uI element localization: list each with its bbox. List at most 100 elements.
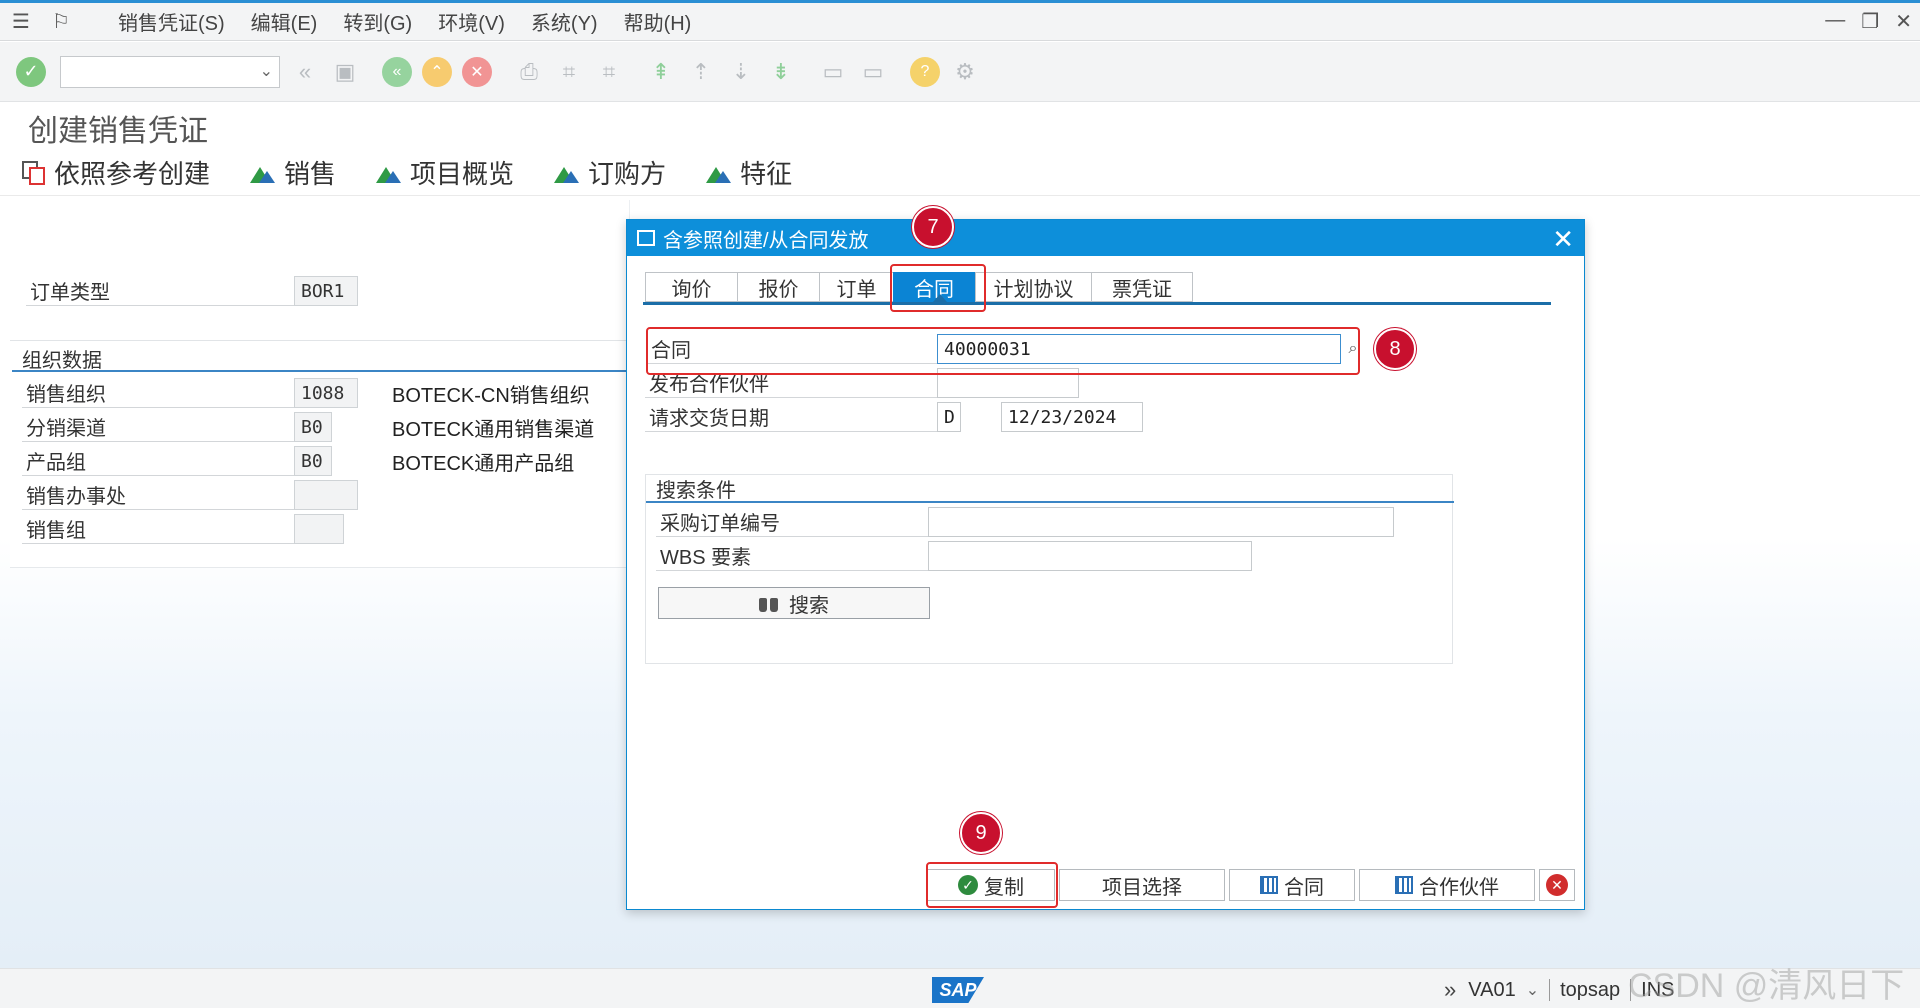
tab-quotation[interactable]: 报价 <box>737 272 819 302</box>
menu-edit[interactable]: 编辑(E) <box>251 7 318 36</box>
cancel-icon: ✕ <box>1546 874 1568 896</box>
delivery-date-label: 请求交货日期 <box>645 402 937 432</box>
annotation-box-8 <box>646 327 1360 375</box>
expand-status-icon[interactable]: » <box>1444 977 1456 1003</box>
pin-icon[interactable]: ⚐ <box>52 12 76 32</box>
cancel-button[interactable]: ✕ <box>1539 869 1575 901</box>
page-title: 创建销售凭证 <box>28 115 208 148</box>
tab-scheduling-agreement[interactable]: 计划协议 <box>975 272 1091 302</box>
shortcut-icon[interactable]: ▭ <box>858 57 888 87</box>
mountain-icon <box>554 161 582 185</box>
chevron-down-icon[interactable]: ⌄ <box>1526 980 1539 1000</box>
dialog-icon <box>637 230 655 246</box>
tab-inquiry[interactable]: 询价 <box>645 272 737 302</box>
sold-to-party-button[interactable]: 订购方 <box>554 154 666 191</box>
tab-order[interactable]: 订单 <box>819 272 893 302</box>
tab-billing-doc[interactable]: 票凭证 <box>1091 272 1193 302</box>
menu-goto[interactable]: 转到(G) <box>343 7 412 36</box>
sales-office-field[interactable] <box>294 480 358 510</box>
characteristics-button[interactable]: 特征 <box>706 154 792 191</box>
org-data-title: 组织数据 <box>12 344 630 372</box>
dist-channel-row: 分销渠道 B0 BOTECK通用销售渠道 <box>22 412 594 442</box>
delivery-date-input[interactable]: 12/23/2024 <box>1001 402 1143 432</box>
ok-icon[interactable]: ✓ <box>16 56 46 87</box>
new-session-icon[interactable]: ▭ <box>818 57 848 87</box>
tab-underline <box>643 302 1551 305</box>
order-type-row: 订单类型 BOR1 <box>26 276 358 306</box>
division-label: 产品组 <box>22 446 294 476</box>
sales-group-row: 销售组 <box>22 514 344 544</box>
window-controls: — ❐ ✕ <box>1825 9 1912 34</box>
sales-org-label: 销售组织 <box>22 378 294 408</box>
po-number-input[interactable] <box>928 507 1394 537</box>
contract-list-button[interactable]: 合同 <box>1229 869 1355 901</box>
sales-group-field[interactable] <box>294 514 344 544</box>
item-overview-button[interactable]: 项目概览 <box>376 154 514 191</box>
menu-sales-document[interactable]: 销售凭证(S) <box>118 7 225 36</box>
command-field[interactable]: ⌄ <box>60 55 280 88</box>
next-page-icon[interactable]: ⇣ <box>726 57 756 87</box>
delivery-date-row: 请求交货日期 D 12/23/2024 <box>645 402 1143 432</box>
nav-back-icon[interactable]: « <box>382 56 412 87</box>
find-icon[interactable]: ⌗ <box>554 57 584 87</box>
create-with-reference-button[interactable]: 依照参考创建 <box>22 154 210 191</box>
annotation-number-8: 8 <box>1374 328 1416 370</box>
restore-icon[interactable]: ❐ <box>1861 9 1879 34</box>
mountain-icon <box>376 161 404 185</box>
item-selection-button[interactable]: 项目选择 <box>1059 869 1225 901</box>
date-format-field[interactable]: D <box>937 402 961 432</box>
sales-org-row: 销售组织 1088 BOTECK-CN销售组织 <box>22 378 590 408</box>
order-type-field[interactable]: BOR1 <box>294 276 358 306</box>
wbs-row: WBS 要素 <box>656 541 1252 571</box>
sales-org-field[interactable]: 1088 <box>294 378 358 408</box>
search-criteria-title: 搜索条件 <box>646 475 1454 503</box>
sales-group-label: 销售组 <box>22 514 294 544</box>
division-row: 产品组 B0 BOTECK通用产品组 <box>22 446 574 476</box>
close-window-icon[interactable]: ✕ <box>1895 9 1912 34</box>
find-next-icon[interactable]: ⌗ <box>594 57 624 87</box>
division-field[interactable]: B0 <box>294 446 332 476</box>
create-with-reference-dialog: 含参照创建/从合同发放 ✕ 询价 报价 订单 合同 计划协议 票凭证 合同 40… <box>626 219 1585 910</box>
minimize-icon[interactable]: — <box>1825 9 1845 34</box>
menu-system[interactable]: 系统(Y) <box>531 7 598 36</box>
po-number-label: 采购订单编号 <box>656 507 928 537</box>
annotation-number-9: 9 <box>960 812 1002 854</box>
settings-icon[interactable]: ⚙ <box>950 57 980 87</box>
po-number-row: 采购订单编号 <box>656 507 1394 537</box>
menu-icon[interactable]: ☰ <box>12 12 36 32</box>
cancel-icon[interactable]: ✕ <box>462 56 492 87</box>
search-button[interactable]: 搜索 <box>658 587 930 619</box>
last-page-icon[interactable]: ⇟ <box>766 57 796 87</box>
menu-bar: ☰ ⚐ 销售凭证(S) 编辑(E) 转到(G) 环境(V) 系统(Y) 帮助(H… <box>0 3 1920 41</box>
division-desc: BOTECK通用产品组 <box>392 452 575 475</box>
save-icon[interactable]: ▣ <box>330 57 360 87</box>
server-name: topsap <box>1560 978 1621 1001</box>
search-criteria-group: 搜索条件 采购订单编号 WBS 要素 搜索 <box>645 474 1454 664</box>
chevron-down-icon[interactable]: ⌄ <box>260 61 273 81</box>
watermark: CSDN @清风日下 <box>1628 967 1905 1005</box>
help-icon[interactable]: ? <box>910 56 940 87</box>
wbs-input[interactable] <box>928 541 1252 571</box>
sales-org-desc: BOTECK-CN销售组织 <box>392 384 590 407</box>
exit-icon[interactable]: ⌃ <box>422 56 452 87</box>
first-page-icon[interactable]: ⇞ <box>646 57 676 87</box>
menu-environment[interactable]: 环境(V) <box>438 7 505 36</box>
back-icon[interactable]: « <box>290 57 320 87</box>
mountain-icon <box>250 161 278 185</box>
partner-list-button[interactable]: 合作伙伴 <box>1359 869 1535 901</box>
print-icon[interactable]: ⎙ <box>514 57 544 87</box>
copy-icon <box>22 160 46 185</box>
binoculars-icon <box>759 594 779 612</box>
sap-logo: SAP <box>932 977 984 1003</box>
dist-channel-field[interactable]: B0 <box>294 412 332 442</box>
annotation-box-7 <box>890 264 986 312</box>
sales-button[interactable]: 销售 <box>250 154 336 191</box>
menu-help[interactable]: 帮助(H) <box>624 7 692 36</box>
dist-channel-desc: BOTECK通用销售渠道 <box>392 418 595 441</box>
dist-channel-label: 分销渠道 <box>22 412 294 442</box>
close-icon[interactable]: ✕ <box>1552 224 1574 255</box>
dialog-title: 含参照创建/从合同发放 <box>663 229 869 252</box>
prev-page-icon[interactable]: ⇡ <box>686 57 716 87</box>
transaction-code: VA01 <box>1468 978 1516 1001</box>
annotation-box-9 <box>926 862 1058 908</box>
